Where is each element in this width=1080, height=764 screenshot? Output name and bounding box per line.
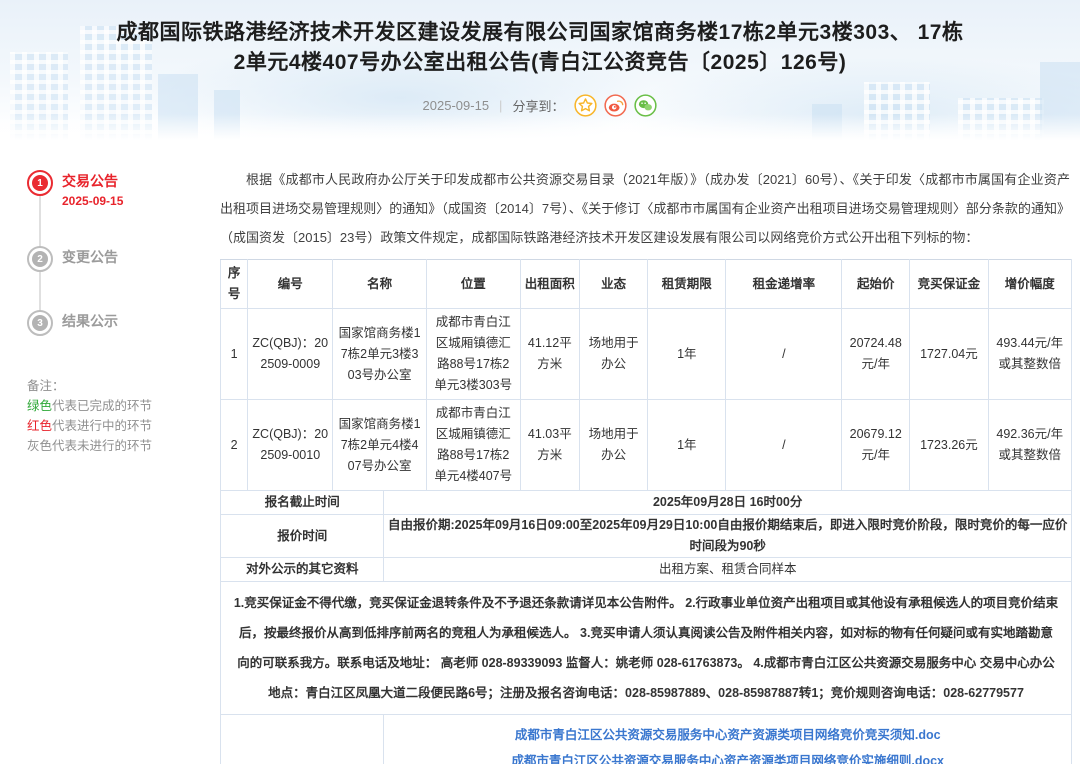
- remark-line-gray: 灰色代表未进行的环节: [27, 436, 220, 456]
- page-title-line2: 2单元4楼407号办公室出租公告(青白江公资竞告〔2025〕126号): [0, 48, 1080, 78]
- step-3-label: 结果公示: [62, 311, 118, 331]
- cell-business: 场地用于办公: [580, 309, 648, 400]
- info-row-bidding-time: 报价时间 自由报价期:2025年09月16日09:00至2025年09月29日1…: [221, 515, 1072, 558]
- remark-green-text: 代表已完成的环节: [52, 399, 152, 413]
- attachments-files: 成都市青白江区公共资源交易服务中心资产资源类项目网络竞价竞买须知.doc 成都市…: [384, 715, 1072, 764]
- table-row: 2 ZC(QBJ)：202509-0010 国家馆商务楼17栋2单元4楼407号…: [221, 400, 1072, 491]
- band-fade: [0, 114, 1080, 140]
- info-table: 报名截止时间 2025年09月28日 16时00分 报价时间 自由报价期:202…: [220, 490, 1072, 764]
- cell-area: 41.12平方米: [520, 309, 580, 400]
- cell-start-price: 20724.48元/年: [842, 309, 910, 400]
- col-header-location: 位置: [426, 260, 520, 309]
- attachments-label: 公告附件: [221, 715, 384, 764]
- signup-deadline-value: 2025年09月28日 16时00分: [384, 491, 1072, 515]
- other-materials-label: 对外公示的其它资料: [221, 558, 384, 582]
- step-1-number: 1: [32, 175, 48, 191]
- intro-paragraph: 根据《成都市人民政府办公厅关于印发成都市公共资源交易目录（2021年版）》（成办…: [220, 165, 1072, 252]
- cell-name: 国家馆商务楼17栋2单元4楼407号办公室: [333, 400, 427, 491]
- signup-deadline-label: 报名截止时间: [221, 491, 384, 515]
- weibo-share-icon[interactable]: [604, 94, 627, 117]
- cell-lease-term: 1年: [648, 309, 726, 400]
- step-3-number: 3: [32, 315, 48, 331]
- info-row-signup-deadline: 报名截止时间 2025年09月28日 16时00分: [221, 491, 1072, 515]
- cell-name: 国家馆商务楼17栋2单元3楼303号办公室: [333, 309, 427, 400]
- cell-number: ZC(QBJ)：202509-0009: [248, 309, 333, 400]
- remark-line-red: 红色代表进行中的环节: [27, 416, 220, 436]
- info-row-other-materials: 对外公示的其它资料 出租方案、租赁合同样本: [221, 558, 1072, 582]
- remark-gray-text: 代表未进行的环节: [52, 439, 152, 453]
- step-1-label: 交易公告: [62, 171, 123, 191]
- step-change-announcement[interactable]: 2 变更公告: [27, 246, 220, 272]
- header-band: 成都国际铁路港经济技术开发区建设发展有限公司国家馆商务楼17栋2单元3楼303、…: [0, 0, 1080, 140]
- step-2-circle: 2: [27, 246, 53, 272]
- process-steps: 1 交易公告 2025-09-15 2 变更公告 3: [27, 170, 220, 336]
- announcement-main: 根据《成都市人民政府办公厅关于印发成都市公共资源交易目录（2021年版）》（成办…: [220, 140, 1072, 764]
- notes-text: 1.竞买保证金不得代缴，竞买保证金退转条件及不予退还条款请详见本公告附件。 2.…: [221, 582, 1072, 715]
- qzone-share-icon[interactable]: [574, 94, 597, 117]
- col-header-lease-term: 租赁期限: [648, 260, 726, 309]
- step-2-number: 2: [32, 251, 48, 267]
- cell-area: 41.03平方米: [520, 400, 580, 491]
- step-2-label: 变更公告: [62, 247, 118, 267]
- cell-start-price: 20679.12元/年: [842, 400, 910, 491]
- bidding-time-value: 自由报价期:2025年09月16日09:00至2025年09月29日10:00自…: [384, 515, 1072, 558]
- cell-location: 成都市青白江区城厢镇德汇路88号17栋2单元3楼303号: [426, 309, 520, 400]
- remark-gray-prefix: 灰色: [27, 439, 52, 453]
- col-header-area: 出租面积: [520, 260, 580, 309]
- content-area: 1 交易公告 2025-09-15 2 变更公告 3: [0, 140, 1080, 764]
- cell-deposit: 1727.04元: [910, 309, 988, 400]
- attachments-row: 公告附件 成都市青白江区公共资源交易服务中心资产资源类项目网络竞价竞买须知.do…: [221, 715, 1072, 764]
- cell-business: 场地用于办公: [580, 400, 648, 491]
- legend-remark: 备注： 绿色代表已完成的环节 红色代表进行中的环节 灰色代表未进行的环节: [27, 376, 220, 456]
- cell-increment: 493.44元/年或其整数倍: [988, 309, 1071, 400]
- col-header-business: 业态: [580, 260, 648, 309]
- share-to-label: 分享到：: [512, 96, 564, 115]
- cell-lease-term: 1年: [648, 400, 726, 491]
- publish-date: 2025-09-15: [423, 98, 490, 113]
- table-row: 1 ZC(QBJ)：202509-0009 国家馆商务楼17栋2单元3楼303号…: [221, 309, 1072, 400]
- step-1-circle: 1: [27, 170, 53, 196]
- share-icons: [574, 94, 657, 117]
- attachment-link[interactable]: 成都市青白江区公共资源交易服务中心资产资源类项目网络竞价竞买须知.doc: [390, 724, 1065, 747]
- cell-index: 1: [221, 309, 248, 400]
- cell-number: ZC(QBJ)：202509-0010: [248, 400, 333, 491]
- remark-green-prefix: 绿色: [27, 399, 52, 413]
- col-header-increment: 增价幅度: [988, 260, 1071, 309]
- cell-rent-increase: /: [726, 400, 842, 491]
- remark-red-prefix: 红色: [27, 419, 52, 433]
- step-result-publicity[interactable]: 3 结果公示: [27, 310, 220, 336]
- step-trade-announcement[interactable]: 1 交易公告 2025-09-15: [27, 170, 220, 208]
- col-header-rent-increase: 租金递增率: [726, 260, 842, 309]
- step-2-texts: 变更公告: [62, 246, 118, 267]
- lots-table: 序号 编号 名称 位置 出租面积 业态 租赁期限 租金递增率 起始价 竞买保证金…: [220, 259, 1072, 491]
- remark-red-text: 代表进行中的环节: [52, 419, 152, 433]
- meta-row: 2025-09-15 | 分享到：: [0, 94, 1080, 117]
- col-header-start-price: 起始价: [842, 260, 910, 309]
- notes-row: 1.竞买保证金不得代缴，竞买保证金退转条件及不予退还条款请详见本公告附件。 2.…: [221, 582, 1072, 715]
- col-header-number: 编号: [248, 260, 333, 309]
- remark-line-green: 绿色代表已完成的环节: [27, 396, 220, 416]
- cell-rent-increase: /: [726, 309, 842, 400]
- col-header-name: 名称: [333, 260, 427, 309]
- page-title-line1: 成都国际铁路港经济技术开发区建设发展有限公司国家馆商务楼17栋2单元3楼303、…: [0, 18, 1080, 48]
- page-title: 成都国际铁路港经济技术开发区建设发展有限公司国家馆商务楼17栋2单元3楼303、…: [0, 0, 1080, 78]
- step-3-circle: 3: [27, 310, 53, 336]
- step-3-texts: 结果公示: [62, 310, 118, 331]
- col-header-deposit: 竞买保证金: [910, 260, 988, 309]
- cell-increment: 492.36元/年或其整数倍: [988, 400, 1071, 491]
- process-sidebar: 1 交易公告 2025-09-15 2 变更公告 3: [0, 140, 220, 764]
- remark-title: 备注：: [27, 376, 220, 396]
- step-1-texts: 交易公告 2025-09-15: [62, 170, 123, 208]
- wechat-share-icon[interactable]: [634, 94, 657, 117]
- lots-table-header-row: 序号 编号 名称 位置 出租面积 业态 租赁期限 租金递增率 起始价 竞买保证金…: [221, 260, 1072, 309]
- cell-deposit: 1723.26元: [910, 400, 988, 491]
- col-header-index: 序号: [221, 260, 248, 309]
- cell-location: 成都市青白江区城厢镇德汇路88号17栋2单元4楼407号: [426, 400, 520, 491]
- other-materials-value: 出租方案、租赁合同样本: [384, 558, 1072, 582]
- bidding-time-label: 报价时间: [221, 515, 384, 558]
- cell-index: 2: [221, 400, 248, 491]
- step-1-date: 2025-09-15: [62, 194, 123, 208]
- attachment-link[interactable]: 成都市青白江区公共资源交易服务中心资产资源类项目网络竞价实施细则.docx: [390, 750, 1065, 764]
- separator: |: [499, 98, 502, 113]
